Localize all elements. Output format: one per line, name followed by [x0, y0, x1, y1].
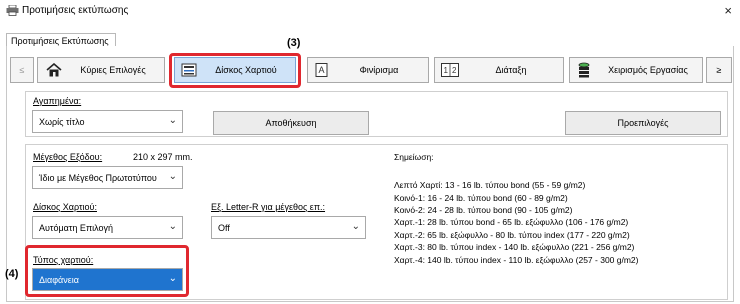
title-bar: Προτιμήσεις εκτύπωσης × — [0, 0, 740, 22]
svg-text:A: A — [319, 65, 325, 75]
svg-text:1: 1 — [444, 66, 449, 75]
favorites-label: Αγαπημένα: — [33, 96, 82, 106]
callout-4: (4) — [5, 268, 19, 280]
home-icon — [46, 63, 62, 77]
category-next-button[interactable]: ≥ — [706, 57, 732, 83]
chevron-down-icon: ⌄ — [351, 221, 360, 232]
category-layout[interactable]: 1 2 Διάταξη — [434, 57, 564, 83]
category-job-handling[interactable]: Χειρισμός Εργασίας — [569, 57, 703, 83]
output-size-value: Ίδιο με Μέγεθος Πρωτοτύπου — [39, 173, 157, 183]
job-handling-icon — [578, 62, 590, 78]
callout-3: (3) — [287, 37, 301, 49]
note-line: Χαρτ.-2: 65 lb. εξώφυλλο - 80 lb. τύπου … — [394, 230, 630, 240]
favorites-value: Χωρίς τίτλο — [39, 117, 85, 127]
category-label: Κύριες Επιλογές — [80, 65, 146, 75]
category-label: Χειρισμός Εργασίας — [608, 65, 688, 75]
category-prev-button[interactable]: ≤ — [10, 57, 34, 83]
defaults-button[interactable]: Προεπιλογές — [565, 111, 721, 135]
letter-r-label: Εξ. Letter-R για μέγεθος επ.: — [211, 202, 326, 212]
tab-strip: Προτιμήσεις Εκτύπωσης — [6, 33, 734, 48]
favorites-select[interactable]: Χωρίς τίτλο ⌄ — [32, 110, 183, 133]
output-size-dimension: 210 x 297 mm. — [133, 152, 193, 162]
paper-tray-select[interactable]: Αυτόματη Επιλογή ⌄ — [32, 216, 183, 239]
window-title: Προτιμήσεις εκτύπωσης — [22, 5, 129, 16]
chevron-down-icon: ⌄ — [168, 171, 177, 182]
letter-r-value: Off — [218, 223, 230, 233]
note-line: Χαρτ.-4: 140 lb. τύπου index - 110 lb. ε… — [394, 255, 639, 265]
output-size-select[interactable]: Ίδιο με Μέγεθος Πρωτοτύπου ⌄ — [32, 166, 183, 189]
category-bar: ≤ Κύριες Επιλογές Δίσκος Χαρτιού A Φινίρ… — [10, 57, 732, 87]
next-icon: ≥ — [716, 65, 722, 75]
note-line: Κοινό-1: 16 - 24 lb. τύπου bond (60 - 89… — [394, 193, 568, 203]
save-button[interactable]: Αποθήκευση — [213, 111, 369, 135]
layout-icon: 1 2 — [441, 63, 459, 77]
note-line: Λεπτό Χαρτί: 13 - 16 lb. τύπου bond (55 … — [394, 180, 586, 190]
category-main-options[interactable]: Κύριες Επιλογές — [37, 57, 165, 83]
highlight-paper-type — [25, 245, 189, 297]
paper-tray-label: Δίσκος Χαρτιού: — [33, 202, 97, 212]
printer-icon — [6, 5, 19, 16]
letter-r-select[interactable]: Off ⌄ — [211, 216, 366, 239]
category-label: Φινίρισμα — [359, 65, 399, 75]
chevron-down-icon: ⌄ — [168, 221, 177, 232]
output-size-label: Μέγεθος Εξόδου: — [33, 152, 103, 162]
highlight-paper-tray-tab — [169, 53, 301, 88]
finishing-icon: A — [315, 63, 328, 77]
category-finishing[interactable]: A Φινίρισμα — [307, 57, 429, 83]
prev-icon: ≤ — [19, 65, 25, 75]
paper-tray-value: Αυτόματη Επιλογή — [39, 223, 114, 233]
note-line: Κοινό-2: 24 - 28 lb. τύπου bond (90 - 10… — [394, 205, 573, 215]
chevron-down-icon: ⌄ — [168, 115, 177, 126]
note-line: Χαρτ.-1: 28 lb. τύπου bond - 65 lb. εξώφ… — [394, 217, 629, 227]
note-line: Χαρτ.-3: 80 lb. τύπου index - 140 lb. εξ… — [394, 242, 635, 252]
svg-text:2: 2 — [452, 66, 457, 75]
category-label: Διάταξη — [495, 65, 527, 75]
note-title: Σημείωση: — [394, 152, 434, 162]
close-icon[interactable]: × — [724, 3, 732, 18]
